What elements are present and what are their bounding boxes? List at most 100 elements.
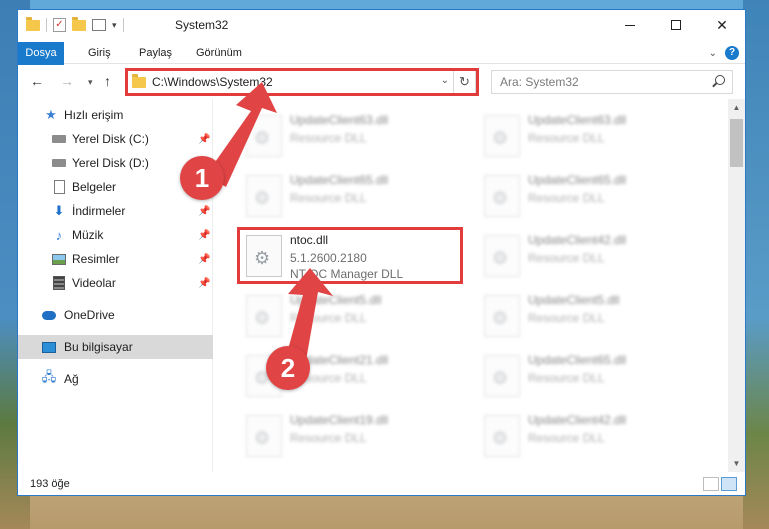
dll-file-icon (484, 115, 520, 157)
expand-ribbon-chevron-icon[interactable]: ⌄ (709, 48, 717, 59)
file-description: Resource DLL (528, 431, 605, 445)
close-icon: ✕ (716, 16, 728, 33)
dll-file-icon (484, 235, 520, 277)
view-switcher (703, 477, 737, 491)
sidebar-item-label: Müzik (72, 228, 104, 242)
file-item[interactable]: UpdateClient5.dll Resource DLL (242, 289, 462, 341)
file-name: UpdateClient5.dll (290, 293, 382, 307)
dll-file-icon (484, 415, 520, 457)
file-description: Resource DLL (528, 131, 605, 145)
file-name: UpdateClient65.dll (290, 173, 389, 187)
sidebar-item-pictures[interactable]: Resimler 📌 (18, 247, 213, 271)
sidebar-item-label: OneDrive (64, 308, 115, 322)
dll-file-icon (246, 295, 282, 337)
file-item[interactable]: UpdateClient63.dll Resource DLL (480, 109, 700, 161)
file-name: UpdateClient63.dll (290, 113, 389, 127)
sidebar-item-quick-access[interactable]: ★ Hızlı erişim (18, 103, 213, 127)
back-arrow-icon[interactable]: ← (30, 73, 44, 89)
minimize-icon (625, 24, 635, 26)
star-icon: ★ (45, 107, 57, 122)
dll-file-icon (246, 415, 282, 457)
ribbon-controls: ⌄ ? (709, 46, 739, 60)
scroll-down-icon[interactable]: ▼ (728, 455, 745, 472)
scroll-up-icon[interactable]: ▲ (728, 99, 745, 116)
minimize-button[interactable] (607, 10, 653, 40)
file-description: Resource DLL (528, 191, 605, 205)
file-name: UpdateClient42.dll (528, 413, 627, 427)
step-badge-2: 2 (266, 346, 310, 390)
file-highlight-box (237, 227, 463, 284)
up-arrow-icon[interactable]: ↑ (104, 73, 111, 89)
maximize-button[interactable] (653, 10, 699, 40)
recent-locations-chevron-icon[interactable]: ▾ (88, 77, 93, 88)
tab-share[interactable]: Paylaş (129, 42, 182, 64)
file-name: UpdateClient65.dll (528, 173, 627, 187)
navigation-bar: ← → ▾ ↑ C:\Windows\System32 ⌄ ↻ Ara: Sys… (18, 65, 745, 99)
file-list: UpdateClient63.dll Resource DLL UpdateCl… (214, 99, 728, 472)
vertical-scrollbar[interactable]: ▲ ▼ (728, 99, 745, 472)
sidebar-item-local-disk-c[interactable]: Yerel Disk (C:) 📌 (18, 127, 213, 151)
sidebar-item-label: Yerel Disk (D:) (72, 156, 149, 170)
customize-toolbar-chevron-icon[interactable]: ▾ (112, 20, 117, 31)
file-item[interactable]: UpdateClient65.dll Resource DLL (480, 169, 700, 221)
scrollbar-thumb[interactable] (730, 119, 743, 167)
dll-file-icon (484, 355, 520, 397)
properties-check-icon[interactable]: ✓ (53, 18, 66, 32)
pin-icon[interactable]: 📌 (198, 134, 210, 145)
file-item[interactable]: UpdateClient63.dll Resource DLL (242, 109, 462, 161)
tab-view[interactable]: Görünüm (186, 42, 252, 64)
dll-file-icon (246, 175, 282, 217)
sidebar-item-this-pc[interactable]: Bu bilgisayar (18, 335, 213, 359)
pin-icon[interactable]: 📌 (198, 254, 210, 265)
help-icon[interactable]: ? (725, 46, 739, 60)
file-name: UpdateClient19.dll (290, 413, 389, 427)
pin-icon[interactable]: 📌 (198, 230, 210, 241)
file-item[interactable]: UpdateClient42.dll Resource DLL (480, 409, 700, 461)
pin-icon[interactable]: 📌 (198, 278, 210, 289)
drive-icon (52, 156, 66, 170)
navigation-pane: ★ Hızlı erişim Yerel Disk (C:) 📌 Yerel D… (18, 99, 213, 472)
new-folder-icon[interactable] (72, 16, 86, 31)
search-icon[interactable] (715, 75, 725, 85)
forward-arrow-icon[interactable]: → (60, 73, 74, 89)
document-icon (52, 180, 66, 194)
folder-icon (26, 16, 40, 31)
file-item[interactable]: UpdateClient65.dll Resource DLL (242, 169, 462, 221)
window-title: System32 (175, 18, 229, 32)
details-view-icon[interactable] (703, 477, 719, 491)
title-bar: ✓ ▾ System32 ✕ (18, 10, 745, 42)
pictures-icon (52, 252, 66, 266)
file-item[interactable]: UpdateClient42.dll Resource DLL (480, 229, 700, 281)
sidebar-item-downloads[interactable]: ⬇ İndirmeler 📌 (18, 199, 213, 223)
dll-file-icon (484, 175, 520, 217)
file-item[interactable]: UpdateClient5.dll Resource DLL (480, 289, 700, 341)
sidebar-item-network[interactable]: 🖧 Ağ (18, 367, 213, 391)
sidebar-item-onedrive[interactable]: OneDrive (18, 303, 213, 327)
tab-home[interactable]: Giriş (78, 42, 121, 64)
sidebar-item-label: İndirmeler (72, 204, 126, 218)
computer-icon (42, 340, 56, 354)
file-item[interactable]: UpdateClient65.dll Resource DLL (480, 349, 700, 401)
file-name: UpdateClient65.dll (528, 353, 627, 367)
drive-icon (52, 132, 66, 146)
file-name: UpdateClient63.dll (528, 113, 627, 127)
explorer-window: ✓ ▾ System32 ✕ Dosya Giriş Paylaş Görünü… (17, 9, 746, 496)
sidebar-item-label: Bu bilgisayar (64, 340, 133, 354)
search-placeholder: Ara: System32 (500, 75, 579, 89)
search-box[interactable]: Ara: System32 (491, 70, 733, 94)
sidebar-item-videos[interactable]: Videolar 📌 (18, 271, 213, 295)
file-description: Resource DLL (290, 131, 367, 145)
download-icon: ⬇ (53, 203, 65, 218)
desktop-background-right (743, 0, 769, 529)
close-button[interactable]: ✕ (699, 10, 745, 40)
sidebar-item-label: Belgeler (72, 180, 117, 194)
file-description: Resource DLL (290, 431, 367, 445)
sidebar-item-music[interactable]: ♪ Müzik 📌 (18, 223, 213, 247)
tiles-view-icon[interactable] (721, 477, 737, 491)
item-count: 193 öğe (30, 478, 70, 490)
file-item[interactable]: UpdateClient19.dll Resource DLL (242, 409, 462, 461)
pin-icon[interactable]: 📌 (198, 206, 210, 217)
sidebar-item-label: Resimler (72, 252, 120, 266)
file-description: Resource DLL (290, 311, 367, 325)
view-options-icon[interactable] (92, 19, 106, 31)
